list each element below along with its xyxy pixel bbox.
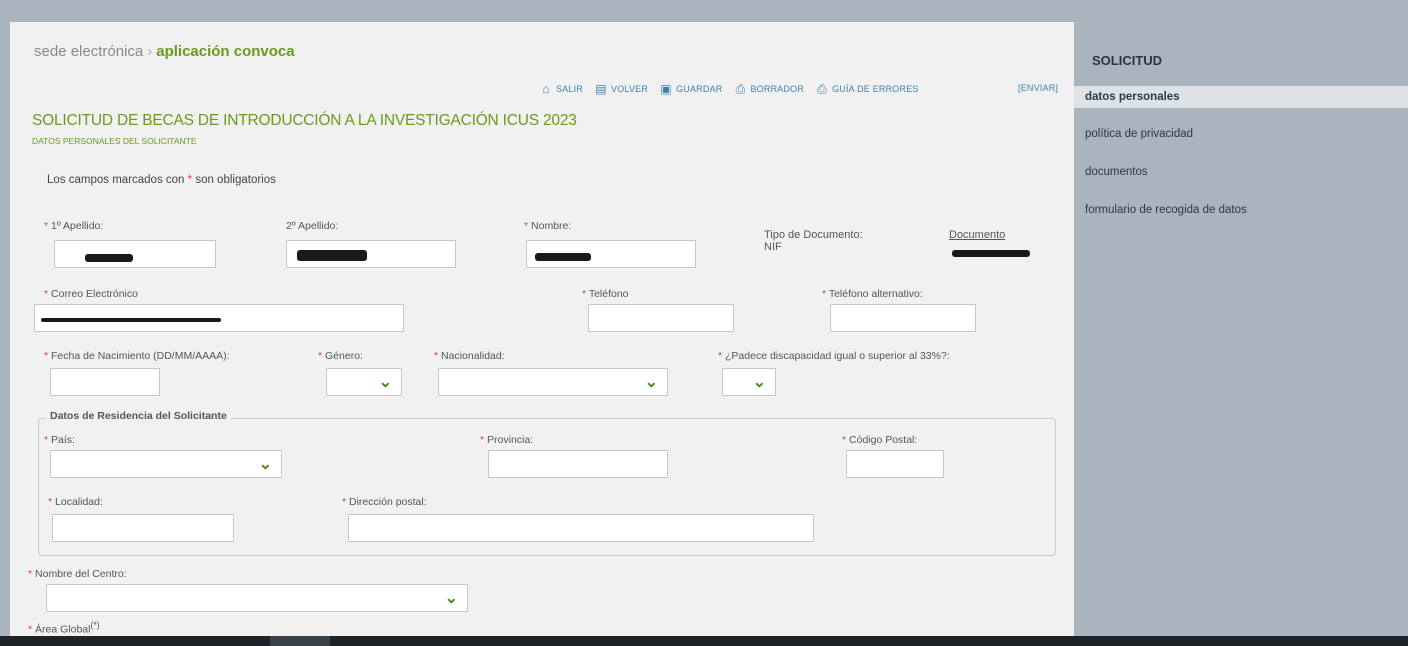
redacted-value: [297, 250, 367, 261]
provincia-label: * Provincia:: [480, 434, 534, 446]
print-icon: ⎙: [735, 82, 746, 96]
guardar-button[interactable]: ▣ GUARDAR: [658, 83, 722, 95]
centro-label: * Nombre del Centro:: [28, 568, 127, 580]
sidebar-item-documentos[interactable]: documentos: [1074, 161, 1408, 183]
tipo-documento: Tipo de Documento: NIF: [764, 229, 863, 253]
home-icon: ⌂: [542, 82, 550, 96]
centro-select[interactable]: [46, 584, 468, 612]
guardar-label: GUARDAR: [676, 84, 723, 94]
nacionalidad-label: * Nacionalidad:: [434, 350, 505, 362]
genero-label: * Género:: [318, 350, 363, 362]
main-panel: sede electrónica › aplicación convoca ⌂ SAL…: [10, 22, 1074, 638]
borrador-button[interactable]: ⎙ BORRADOR: [732, 83, 804, 95]
documento-label: Documento: [949, 229, 1006, 241]
apellido1-label: * 1º Apellido:: [44, 220, 104, 232]
telefono-alt-field[interactable]: [830, 304, 976, 332]
enviar-button[interactable]: [ENVIAR]: [1018, 83, 1058, 93]
redacted-value: [85, 254, 133, 262]
action-toolbar: ⌂ SALIR ▤ VOLVER ▣ GUARDAR ⎙ BORRADOR ⎙ GUÍA …: [538, 83, 1058, 95]
fecha-nacimiento-field[interactable]: [50, 368, 160, 396]
brand-prefix: sede electrónica: [34, 43, 144, 60]
volver-label: VOLVER: [611, 84, 649, 94]
nombre-field[interactable]: [526, 240, 696, 268]
tipo-documento-label: Tipo de Documento:: [764, 229, 863, 241]
page-subtitle: DATOS PERSONALES DEL SOLICITANTE: [32, 136, 197, 146]
correo-field[interactable]: [34, 304, 404, 332]
save-icon: ▣: [660, 82, 672, 96]
provincia-field[interactable]: [488, 450, 668, 478]
taskbar-tab[interactable]: [270, 636, 330, 646]
localidad-field[interactable]: [52, 514, 234, 542]
tipo-documento-value: NIF: [764, 241, 782, 253]
codigo-postal-label: * Código Postal:: [842, 434, 918, 446]
codigo-postal-field[interactable]: [846, 450, 944, 478]
required-note-pre: Los campos marcados con: [47, 174, 185, 186]
salir-label: SALIR: [556, 84, 584, 94]
redacted-value: [535, 253, 591, 261]
sidebar-item-politica-privacidad[interactable]: política de privacidad: [1074, 123, 1408, 145]
pais-label: * País:: [44, 434, 75, 446]
brand-separator: ›: [147, 43, 153, 60]
area-note: (*): [90, 620, 100, 630]
sidebar-title: SOLICITUD: [1092, 53, 1163, 68]
bottom-taskbar: [0, 636, 1408, 646]
guia-errores-button[interactable]: ⎙ GUÍA DE ERRORES: [814, 83, 919, 95]
borrador-label: BORRADOR: [750, 84, 805, 94]
residencia-legend: Datos de Residencia del Solicitante: [46, 410, 231, 422]
discapacidad-select[interactable]: [722, 368, 776, 396]
required-note-post: son obligatorios: [192, 174, 276, 186]
volver-button[interactable]: ▤ VOLVER: [593, 83, 648, 95]
guia-label: GUÍA DE ERRORES: [832, 84, 919, 94]
top-band: [0, 0, 1408, 10]
telefono-alt-label: * Teléfono alternativo:: [822, 288, 923, 300]
discapacidad-label: * ¿Padece discapacidad igual o superior …: [718, 350, 950, 362]
sidebar-item-datos-personales[interactable]: datos personales: [1074, 86, 1408, 108]
required-note: Los campos marcados con * son obligatori…: [47, 174, 276, 186]
telefono-field[interactable]: [588, 304, 734, 332]
sidebar-item-formulario-recogida[interactable]: formulario de recogida de datos: [1074, 199, 1408, 221]
direccion-field[interactable]: [348, 514, 814, 542]
genero-select[interactable]: [326, 368, 402, 396]
back-icon: ▤: [595, 82, 607, 96]
telefono-label: * Teléfono: [582, 288, 629, 300]
print-icon: ⎙: [817, 82, 827, 96]
sidebar: SOLICITUD datos personales política de p…: [1074, 22, 1408, 636]
page-title: SOLICITUD DE BECAS DE INTRODUCCIÓN A LA …: [32, 112, 577, 129]
nombre-label: * Nombre:: [524, 220, 572, 232]
brand-app-name: aplicación convoca: [156, 43, 295, 60]
enviar-label: [ENVIAR]: [1018, 83, 1059, 93]
documento-redacted-value: [952, 250, 1030, 257]
fecha-nacimiento-label: * Fecha de Nacimiento (DD/MM/AAAA):: [44, 350, 230, 362]
salir-button[interactable]: ⌂ SALIR: [538, 83, 583, 95]
direccion-label: * Dirección postal:: [342, 496, 427, 508]
apellido2-field[interactable]: [286, 240, 456, 268]
correo-label: * Correo Electrónico: [44, 288, 138, 300]
localidad-label: * Localidad:: [48, 496, 103, 508]
apellido1-field[interactable]: [54, 240, 216, 268]
site-breadcrumb: sede electrónica › aplicación convoca: [34, 43, 295, 60]
nacionalidad-select[interactable]: [438, 368, 668, 396]
pais-select[interactable]: [50, 450, 282, 478]
apellido2-label: 2º Apellido:: [286, 220, 339, 232]
redacted-value: [41, 318, 221, 322]
area-label: * Área Global(*): [28, 620, 100, 636]
